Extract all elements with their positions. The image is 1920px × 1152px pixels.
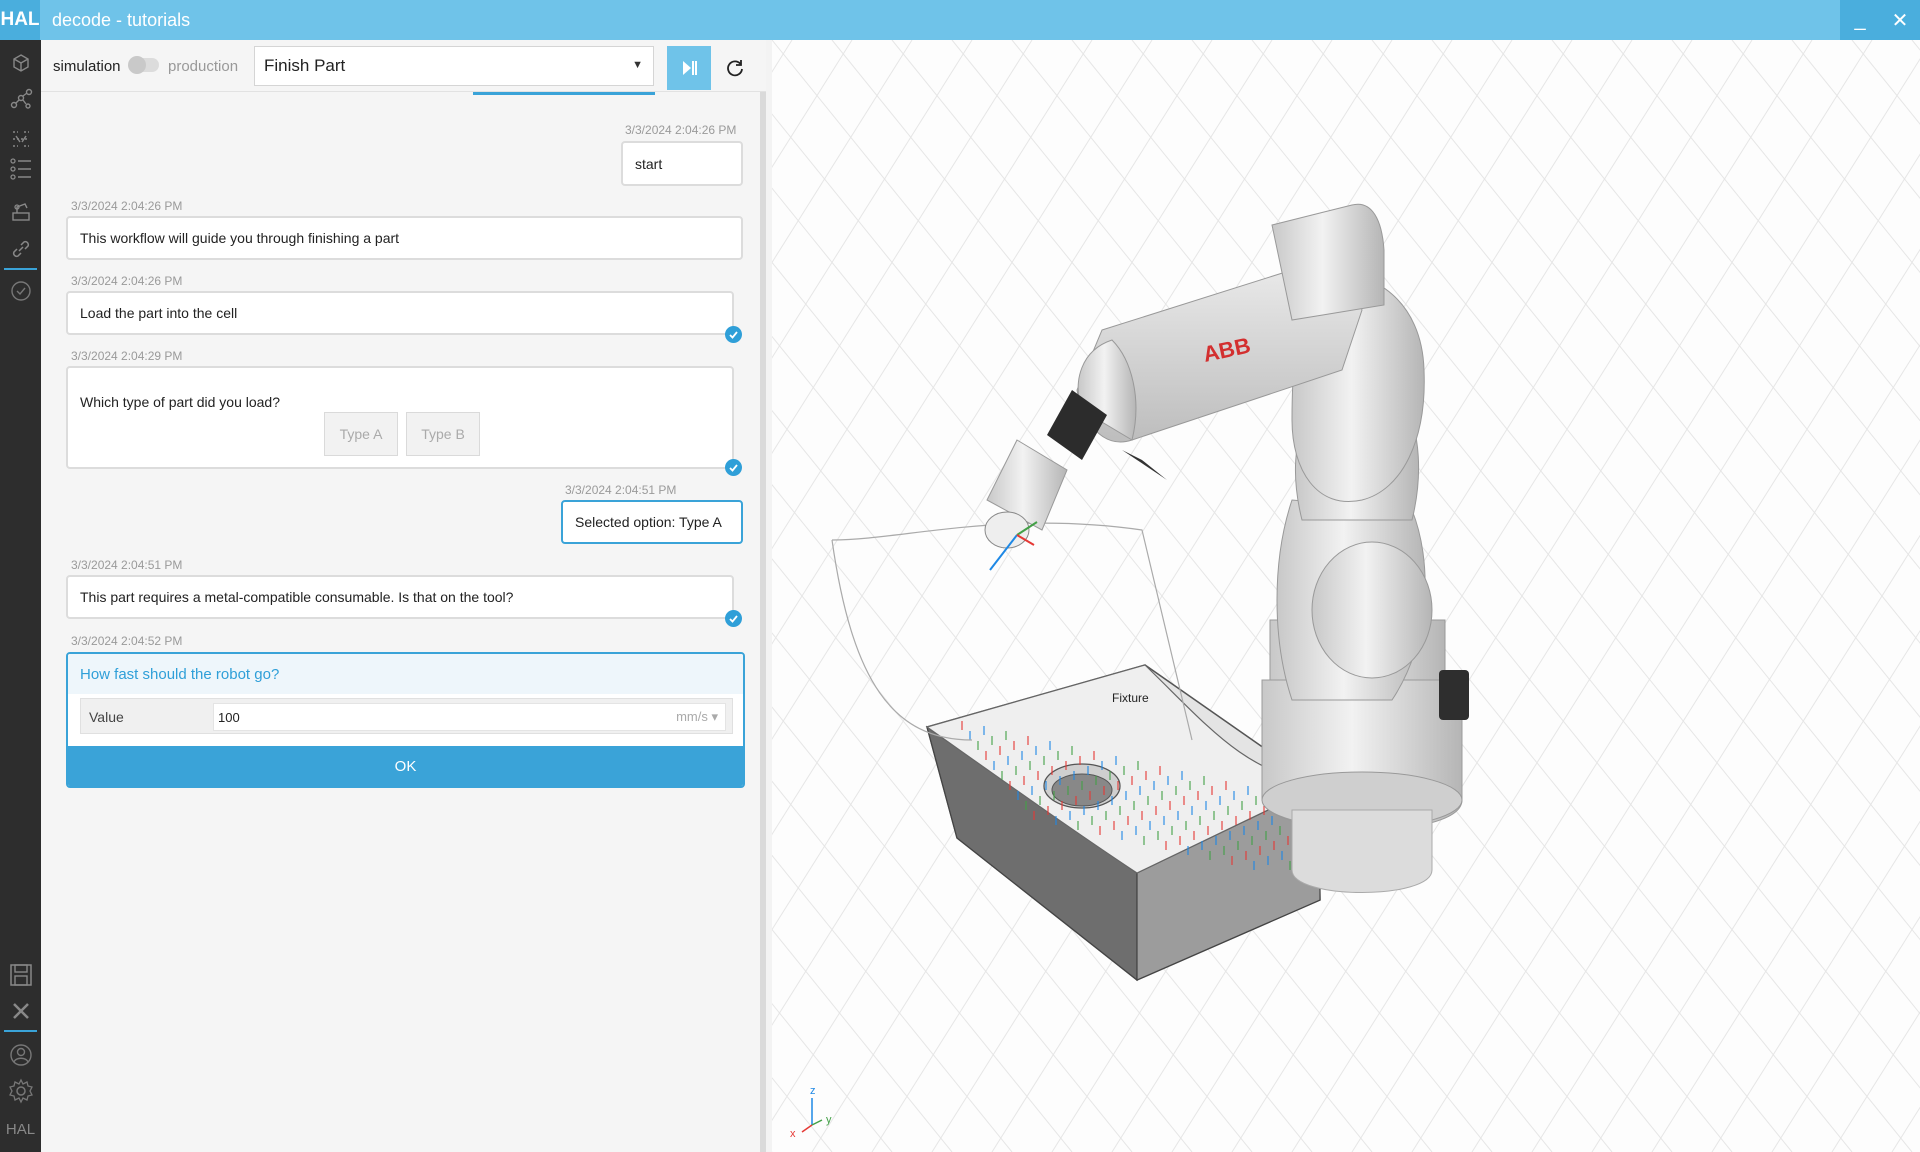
rail-footer-logo: HAL xyxy=(5,1121,36,1138)
message-text: Which type of part did you load? xyxy=(80,394,281,410)
gear-icon[interactable] xyxy=(0,1074,41,1108)
cube-icon[interactable] xyxy=(0,46,41,80)
system-message: This part requires a metal-compatible co… xyxy=(66,575,734,619)
mode-toggle-knob xyxy=(128,56,146,74)
progress-indicator xyxy=(473,92,655,95)
system-message: Load the part into the cell xyxy=(66,291,734,335)
rail-active-indicator xyxy=(4,268,37,270)
robot-icon[interactable] xyxy=(0,194,41,228)
app-logo: HAL xyxy=(0,0,40,40)
option-button-type-a[interactable]: Type A xyxy=(324,412,398,456)
left-rail: HAL xyxy=(0,40,41,1152)
mode-toggle[interactable] xyxy=(128,56,159,74)
system-message: This workflow will guide you through fin… xyxy=(66,216,743,260)
unit-select[interactable]: mm/s ▾ xyxy=(676,709,718,725)
workflow-select-value: Finish Part xyxy=(264,56,346,75)
close-icon[interactable] xyxy=(0,994,41,1028)
save-icon[interactable] xyxy=(0,958,41,992)
check-circle-icon[interactable] xyxy=(0,274,41,308)
close-window-button[interactable]: ✕ xyxy=(1880,0,1920,40)
unit-label: mm/s xyxy=(676,709,708,724)
message-text: Selected option: Type A xyxy=(575,514,722,530)
speed-input[interactable]: 100 xyxy=(213,703,726,731)
workflow-panel: simulation production Finish Part ▼ 3/3/… xyxy=(41,40,766,1152)
flow-icon[interactable] xyxy=(0,122,41,156)
graph-icon[interactable] xyxy=(0,82,41,116)
message-timestamp: 3/3/2024 2:04:52 PM xyxy=(71,634,183,648)
message-timestamp: 3/3/2024 2:04:26 PM xyxy=(71,274,183,288)
restart-button[interactable] xyxy=(713,46,757,90)
workflow-select[interactable]: Finish Part ▼ xyxy=(254,46,654,86)
message-timestamp: 3/3/2024 2:04:51 PM xyxy=(71,558,183,572)
message-timestamp: 3/3/2024 2:04:26 PM xyxy=(625,123,737,137)
production-label: production xyxy=(168,58,239,75)
title-bar: HAL decode - tutorials _ ✕ xyxy=(0,0,1920,40)
value-row: Value 100 mm/s ▾ xyxy=(80,698,733,734)
dropdown-caret-icon: ▼ xyxy=(632,59,643,71)
simulation-label: simulation xyxy=(53,58,121,75)
check-icon xyxy=(725,326,742,343)
play-pause-icon xyxy=(683,61,697,75)
workpiece[interactable]: Fixture xyxy=(925,664,1322,982)
fixture-label: Fixture xyxy=(1112,691,1149,705)
user-message: Selected option: Type A xyxy=(561,500,743,544)
message-text: This workflow will guide you through fin… xyxy=(80,230,400,246)
check-icon xyxy=(725,610,742,627)
play-pause-button[interactable] xyxy=(667,46,711,90)
scene-svg: Fixture ABB z y x xyxy=(772,40,1920,1152)
axes-gizmo: z y x xyxy=(790,1085,832,1140)
rail-bottom-separator xyxy=(4,1030,37,1032)
option-button-type-b[interactable]: Type B xyxy=(406,412,480,456)
prompt-question: How fast should the robot go? xyxy=(68,654,743,694)
check-icon xyxy=(725,459,742,476)
user-icon[interactable] xyxy=(0,1038,41,1072)
link-icon[interactable] xyxy=(0,232,41,266)
value-label: Value xyxy=(89,709,124,725)
message-timestamp: 3/3/2024 2:04:51 PM xyxy=(565,483,677,497)
svg-text:z: z xyxy=(810,1085,816,1097)
svg-text:x: x xyxy=(790,1128,796,1140)
ok-button[interactable]: OK xyxy=(68,746,743,786)
message-timestamp: 3/3/2024 2:04:26 PM xyxy=(71,199,183,213)
3d-viewport[interactable]: Fixture ABB z y x xyxy=(772,40,1920,1152)
list-icon[interactable] xyxy=(0,152,41,186)
system-question-message: Which type of part did you load? Type A … xyxy=(66,366,734,469)
message-timestamp: 3/3/2024 2:04:29 PM xyxy=(71,349,183,363)
message-text: start xyxy=(635,155,663,172)
workflow-toolbar: simulation production Finish Part ▼ xyxy=(41,40,766,92)
message-text: Load the part into the cell xyxy=(80,305,238,321)
refresh-icon xyxy=(727,60,743,77)
minimize-button[interactable]: _ xyxy=(1840,0,1880,40)
user-message: start xyxy=(621,141,743,186)
window-title: decode - tutorials xyxy=(52,9,191,30)
message-text: This part requires a metal-compatible co… xyxy=(80,589,514,605)
speed-prompt: How fast should the robot go? Value 100 … xyxy=(66,652,745,788)
svg-text:y: y xyxy=(826,1114,832,1126)
